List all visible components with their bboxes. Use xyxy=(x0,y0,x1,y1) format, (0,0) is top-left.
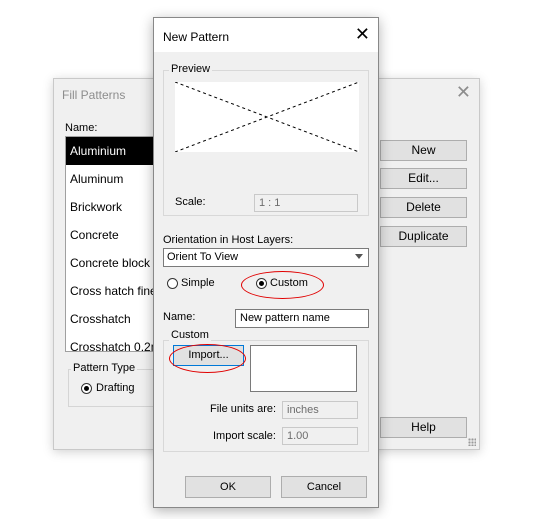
list-item[interactable]: Brickwork xyxy=(66,193,164,221)
simple-radio[interactable] xyxy=(167,278,178,289)
list-item[interactable]: Crosshatch 0.2m xyxy=(66,333,164,351)
scale-field: 1 : 1 xyxy=(254,194,358,212)
orientation-label: Orientation in Host Layers: xyxy=(163,234,294,246)
chevron-down-icon xyxy=(355,254,363,259)
preview-canvas xyxy=(174,81,360,153)
help-button[interactable]: Help xyxy=(380,417,467,438)
file-units-field: inches xyxy=(282,401,358,419)
new-pattern-dialog: New Pattern ✕ Preview Scale: 1 : 1 Orien… xyxy=(153,17,379,508)
pattern-list[interactable]: Aluminium Aluminum Brickwork Concrete Co… xyxy=(65,136,165,352)
simple-label: Simple xyxy=(181,277,215,289)
list-item[interactable]: Crosshatch xyxy=(66,305,164,333)
list-item[interactable]: Aluminum xyxy=(66,165,164,193)
custom-preview-box xyxy=(250,345,357,392)
name-label: Name: xyxy=(65,122,98,134)
preview-label: Preview xyxy=(169,63,213,75)
scale-label: Scale: xyxy=(175,196,206,208)
cancel-button[interactable]: Cancel xyxy=(281,476,367,498)
list-item[interactable]: Cross hatch fine xyxy=(66,277,164,305)
list-item[interactable]: Aluminium xyxy=(66,137,164,165)
dialog-title: New Pattern xyxy=(163,30,230,44)
new-button[interactable]: New xyxy=(380,140,467,161)
custom-group-label: Custom xyxy=(169,329,211,341)
resize-grip-icon[interactable] xyxy=(468,438,476,446)
orientation-value: Orient To View xyxy=(167,251,239,263)
close-icon[interactable]: ✕ xyxy=(456,83,471,101)
fill-patterns-title: Fill Patterns xyxy=(62,88,126,102)
pattern-type-label: Pattern Type xyxy=(71,362,138,374)
name-label: Name: xyxy=(163,311,196,323)
duplicate-button[interactable]: Duplicate xyxy=(380,226,467,247)
close-icon[interactable]: ✕ xyxy=(355,25,370,43)
edit-button[interactable]: Edit... xyxy=(380,168,467,189)
drafting-label: Drafting xyxy=(96,382,135,394)
custom-radio-label: Custom xyxy=(270,277,308,289)
delete-button[interactable]: Delete xyxy=(380,197,467,218)
custom-radio[interactable] xyxy=(256,278,267,289)
orientation-select[interactable]: Orient To View xyxy=(163,248,369,267)
import-scale-field: 1.00 xyxy=(282,427,358,445)
ok-button[interactable]: OK xyxy=(185,476,271,498)
list-item[interactable]: Concrete xyxy=(66,221,164,249)
list-item[interactable]: Concrete block xyxy=(66,249,164,277)
import-scale-label: Import scale: xyxy=(213,430,276,442)
highlight-ellipse xyxy=(169,344,246,373)
preview-cross-icon xyxy=(174,81,360,153)
drafting-radio[interactable] xyxy=(81,383,92,394)
file-units-label: File units are: xyxy=(210,403,277,415)
name-input[interactable]: New pattern name xyxy=(235,309,369,328)
